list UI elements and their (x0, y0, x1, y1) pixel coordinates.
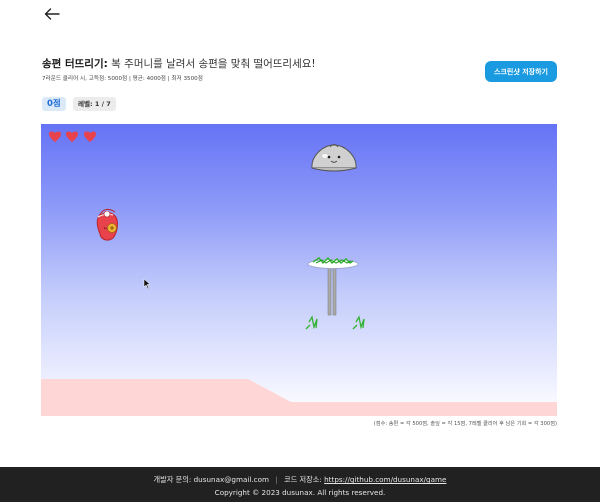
arrow-left-icon (44, 8, 60, 20)
code-label: 코드 저장소: (284, 475, 322, 484)
back-button[interactable] (40, 4, 64, 24)
code-repo-link[interactable]: https://github.com/dusunax/game (324, 475, 446, 484)
score-summary: 7라운드 클리어 시, 고득점: 5000점 | 평균: 4000점 | 최저 … (42, 76, 203, 82)
game-scene (41, 131, 557, 416)
ground (41, 379, 557, 416)
footer: 개발자 문의: dusunax@gmail.com | 코드 저장소: http… (0, 467, 600, 502)
game-description: 복 주머니를 날려서 송편을 맞춰 떨어뜨리세요! (111, 58, 316, 70)
game-canvas[interactable] (41, 124, 557, 416)
pine-needle-plate-icon (307, 256, 359, 316)
save-screenshot-button[interactable]: 스크린샷 저장하기 (485, 61, 557, 82)
score-rules-note: (점수: 송편 = 각 500점, 솔잎 = 각 15점, 7레벨 클리어 후 … (373, 421, 557, 427)
pine-needle-icon (305, 315, 365, 330)
songpyeon-icon (311, 144, 357, 172)
footer-contact-line: 개발자 문의: dusunax@gmail.com | 코드 저장소: http… (0, 475, 600, 485)
page-title: 송편 터뜨리기: 복 주머니를 날려서 송편을 맞춰 떨어뜨리세요! (42, 57, 316, 71)
contact-label: 개발자 문의: (153, 475, 192, 484)
contact-email: dusunax@gmail.com (193, 475, 270, 484)
bok-pouch-icon (96, 208, 118, 241)
cursor-icon (143, 278, 151, 290)
level-badge: 레벨: 1 / 7 (73, 97, 116, 111)
score-badge: 0점 (42, 97, 66, 111)
lives (49, 131, 96, 142)
footer-divider: | (275, 475, 278, 484)
copyright: Copyright © 2023 dusunax. All rights res… (214, 488, 386, 497)
heart-icon (84, 131, 96, 142)
heart-icon (49, 131, 61, 142)
heart-icon (66, 131, 78, 142)
game-name: 송편 터뜨리기: (42, 58, 108, 70)
